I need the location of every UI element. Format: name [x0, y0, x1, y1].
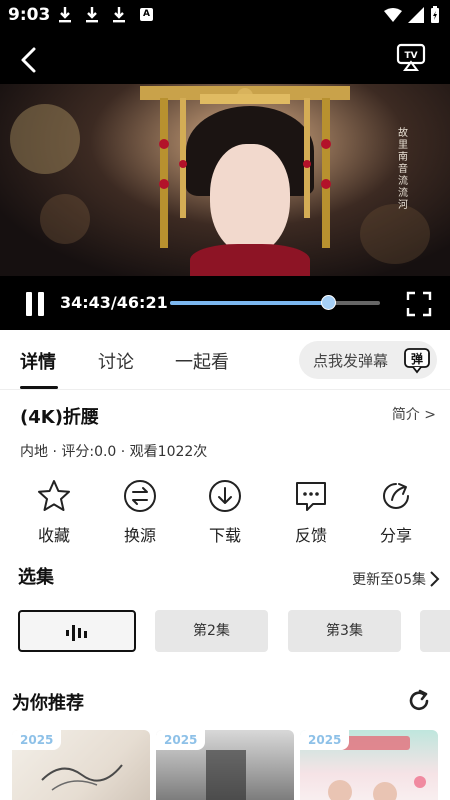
- swap-icon: [124, 480, 156, 512]
- show-title: (4K)折腰: [20, 407, 99, 428]
- video-caption-text: 故里 南音 流流 河: [398, 128, 408, 211]
- recommend-card[interactable]: 2025: [156, 730, 294, 800]
- download-notification-icon: [113, 7, 125, 23]
- status-icons: [384, 6, 440, 24]
- danmu-toggle-button[interactable]: 弹: [403, 346, 431, 374]
- progress-knob[interactable]: [320, 295, 336, 310]
- episodes-update-text: 更新至05集: [352, 572, 426, 588]
- pause-icon: [38, 292, 44, 316]
- back-arrow-icon[interactable]: [16, 46, 44, 74]
- tab-bar: 详情 讨论 一起看 点我发弹幕 弹: [0, 330, 450, 390]
- tab-watch-together[interactable]: 一起看: [175, 348, 229, 374]
- playback-time: 34:43/46:21: [60, 293, 168, 312]
- share-label: 分享: [379, 526, 412, 545]
- share-icon: [383, 483, 409, 509]
- star-icon: [38, 480, 70, 511]
- svg-text:TV: TV: [404, 51, 417, 61]
- progress-fill: [170, 301, 328, 305]
- video-subject-robe: [190, 244, 310, 276]
- episode-1-button[interactable]: [18, 610, 136, 652]
- signal-icon: [408, 7, 424, 23]
- tab-discussion[interactable]: 讨论: [98, 348, 134, 374]
- episode-2-button[interactable]: 第2集: [155, 610, 268, 652]
- feedback-icon: [296, 482, 326, 511]
- year-badge: 2025: [12, 730, 62, 750]
- year-badge: 2025: [156, 730, 206, 750]
- danmu-input[interactable]: 点我发弹幕 弹: [299, 341, 437, 379]
- share-button[interactable]: 分享: [361, 478, 431, 548]
- status-time: 9:03: [8, 5, 51, 25]
- episodes-update-link[interactable]: 更新至05集: [352, 569, 440, 589]
- feedback-label: 反馈: [294, 526, 327, 545]
- intro-link[interactable]: 简介 >: [392, 404, 436, 424]
- fullscreen-icon[interactable]: [406, 291, 432, 317]
- refresh-icon[interactable]: [406, 688, 432, 714]
- tv-cast-icon[interactable]: TV: [396, 42, 426, 72]
- action-bar: 收藏 换源 下载 反馈 分享: [0, 478, 450, 548]
- video-subject-face: [210, 144, 290, 254]
- battery-icon: [431, 6, 439, 23]
- pause-icon: [26, 292, 32, 316]
- video-frame[interactable]: 故里 南音 流流 河: [0, 84, 450, 276]
- download-label: 下载: [208, 526, 241, 545]
- danmu-icon: 弹: [404, 348, 430, 374]
- player-nav: TV: [0, 36, 450, 84]
- chevron-right-icon: [430, 571, 440, 587]
- tab-details[interactable]: 详情: [20, 348, 56, 374]
- download-icon: [209, 480, 241, 512]
- player-controls: 34:43/46:21: [0, 276, 450, 330]
- episode-4-button-partial[interactable]: [420, 610, 450, 652]
- year-badge: 2025: [300, 730, 350, 750]
- favorite-button[interactable]: 收藏: [19, 478, 89, 548]
- pause-button[interactable]: [26, 292, 46, 316]
- switch-source-button[interactable]: 换源: [105, 478, 175, 548]
- a-badge-icon: A: [140, 8, 153, 21]
- playing-waveform-icon: [66, 625, 87, 641]
- tab-underline: [20, 386, 58, 389]
- episode-3-button[interactable]: 第3集: [288, 610, 401, 652]
- switch-source-label: 换源: [123, 526, 156, 545]
- danmu-placeholder[interactable]: 点我发弹幕: [313, 350, 388, 371]
- recommend-title: 为你推荐: [12, 693, 84, 714]
- svg-text:弹: 弹: [411, 351, 423, 366]
- feedback-button[interactable]: 反馈: [276, 478, 346, 548]
- download-button[interactable]: 下载: [190, 478, 260, 548]
- recommend-card[interactable]: 2025: [300, 730, 438, 800]
- favorite-label: 收藏: [37, 526, 70, 545]
- progress-bar[interactable]: [170, 295, 380, 310]
- download-notification-icon: [59, 7, 71, 23]
- recommend-card[interactable]: 2025: [12, 730, 150, 800]
- episodes-title: 选集: [18, 567, 54, 588]
- status-bar: 9:03 A: [0, 0, 450, 32]
- download-notification-icon: [86, 7, 98, 23]
- wifi-icon: [384, 7, 402, 22]
- show-meta: 内地 · 评分:0.0 · 观看1022次: [20, 444, 208, 460]
- video-player[interactable]: 9:03 A TV 故里 南音 流流 河 34:43/46:21: [0, 0, 450, 330]
